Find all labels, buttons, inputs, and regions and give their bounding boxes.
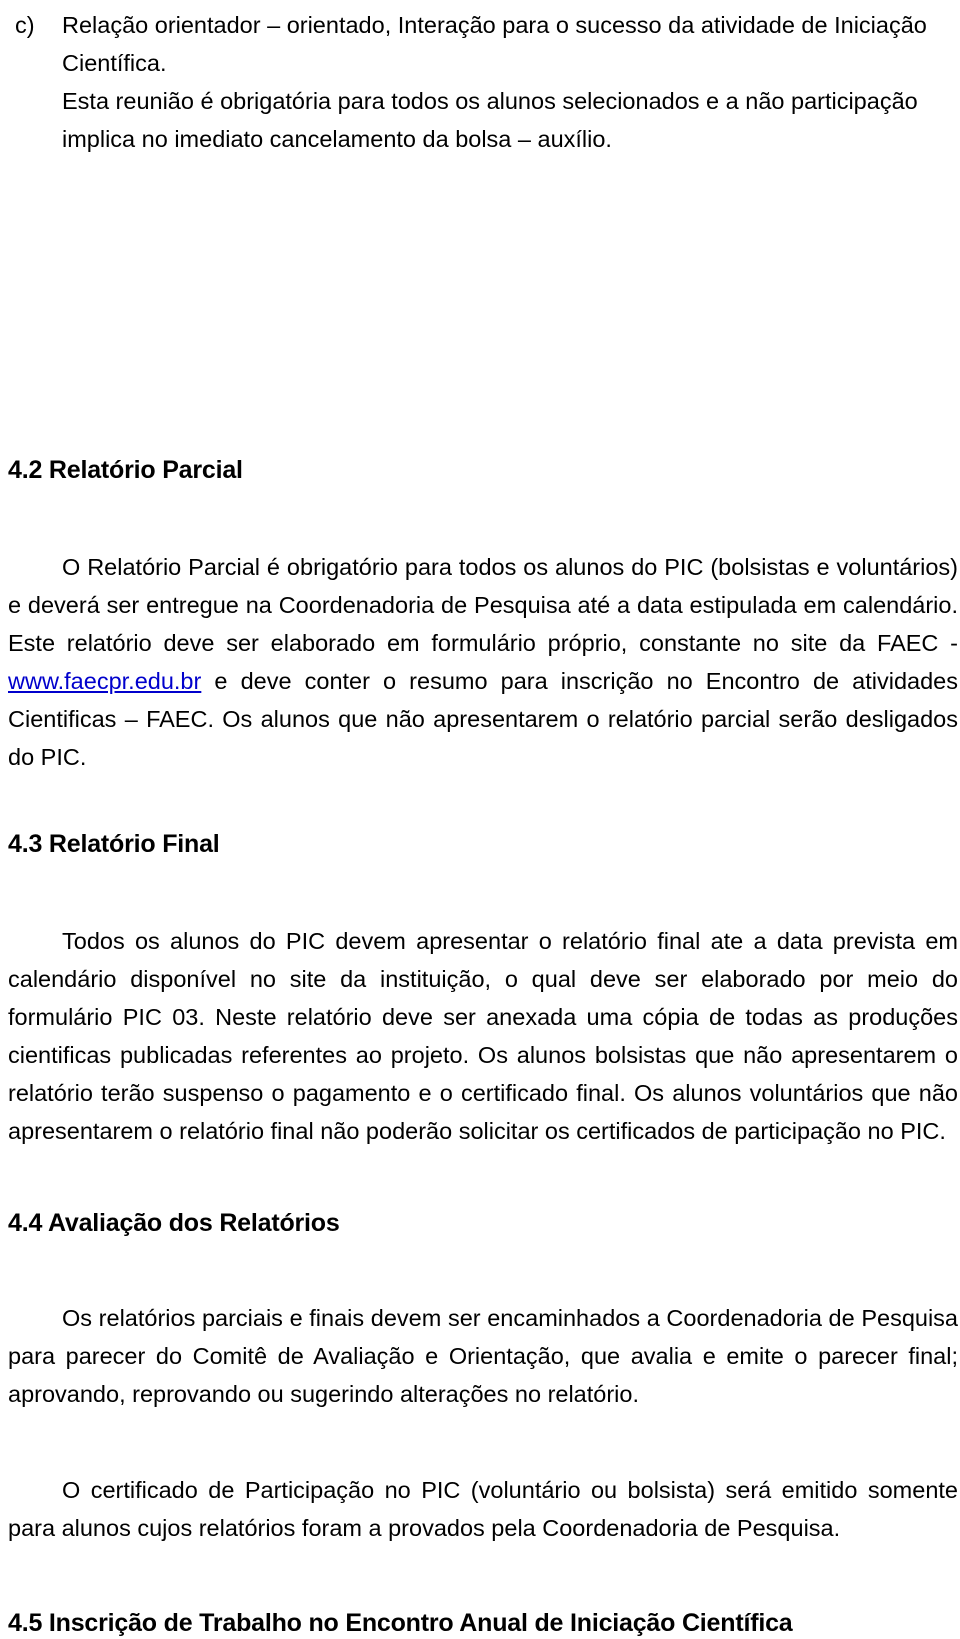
faec-website-link[interactable]: www.faecpr.edu.br <box>8 668 201 694</box>
heading-4-2: 4.2 Relatório Parcial <box>8 456 243 484</box>
list-item-continuation: Esta reunião é obrigatória para todos os… <box>62 88 918 152</box>
spacer-before-section-45 <box>8 1547 958 1607</box>
spacer-before-section-42 <box>8 158 958 454</box>
paragraph-4-2-part-1: O Relatório Parcial é obrigatório para t… <box>8 554 958 656</box>
spacer-before-section-43 <box>8 776 958 828</box>
paragraph-4-3: Todos os alunos do PIC devem apresentar … <box>8 928 958 1144</box>
list-marker: c) <box>15 12 35 38</box>
spacer-between-paragraphs-44 <box>8 1413 958 1471</box>
spacer-after-heading-42 <box>8 486 958 548</box>
heading-4-3: 4.3 Relatório Final <box>8 830 220 858</box>
heading-4-4: 4.4 Avaliação dos Relatórios <box>8 1209 340 1237</box>
list-item-c-block: c) Relação orientador – orientado, Intera… <box>8 6 958 158</box>
spacer-after-heading-44 <box>8 1239 958 1299</box>
spacer-after-heading-43 <box>8 860 958 922</box>
list-item-text: Relação orientador – orientado, Interaçã… <box>62 12 927 76</box>
spacer-before-section-44 <box>8 1150 958 1207</box>
paragraph-4-2: O Relatório Parcial é obrigatório para t… <box>8 548 958 776</box>
paragraph-4-4-1: Os relatórios parciais e finais devem se… <box>8 1305 958 1407</box>
paragraph-4-4-2: O certificado de Participação no PIC (vo… <box>8 1477 958 1541</box>
document-page: c) Relação orientador – orientado, Intera… <box>0 0 960 1637</box>
list-item: c) Relação orientador – orientado, Intera… <box>8 6 958 82</box>
heading-4-5: 4.5 Inscrição de Trabalho no Encontro An… <box>8 1609 793 1637</box>
